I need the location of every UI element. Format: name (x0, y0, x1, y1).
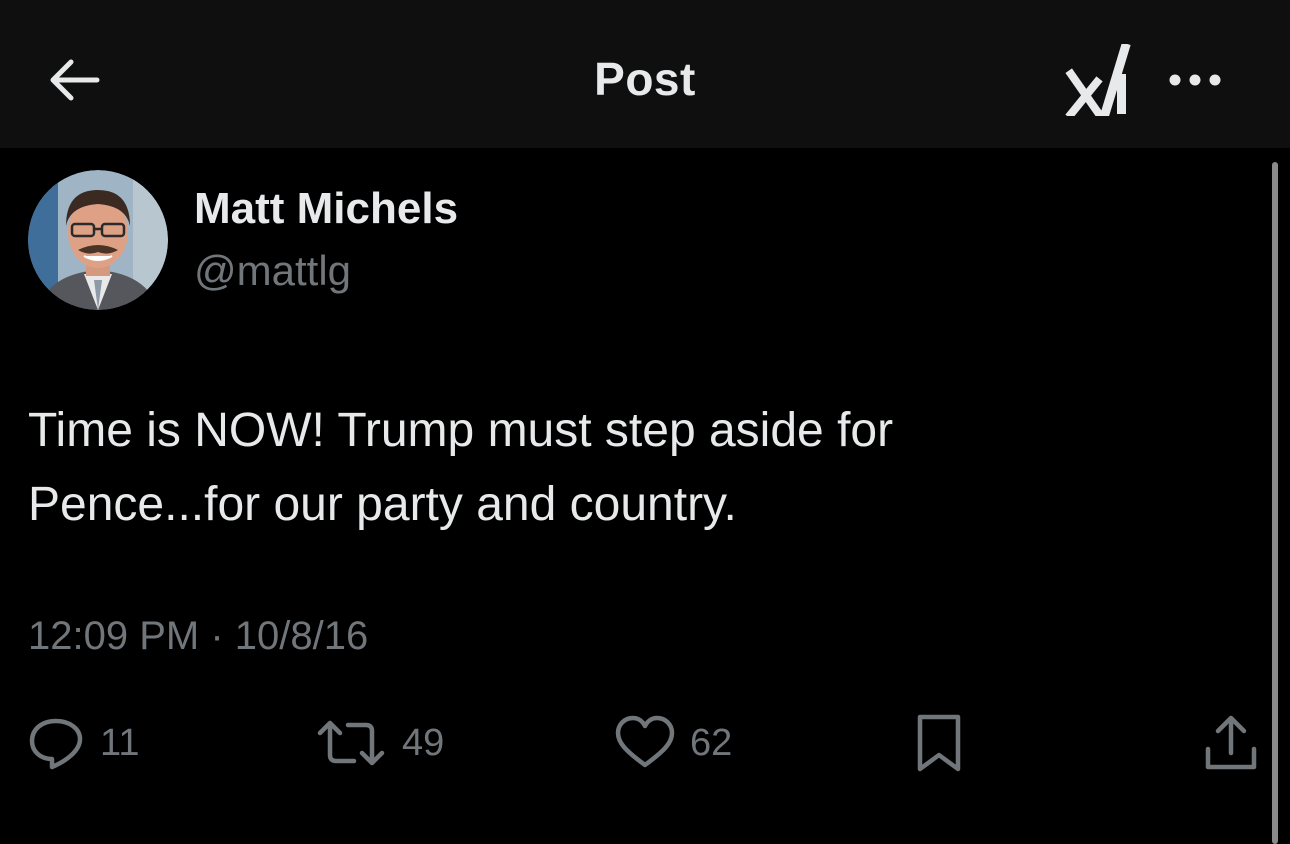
top-bar: Post (0, 0, 1290, 148)
author-name[interactable]: Matt Michels (194, 184, 458, 234)
heart-icon (615, 715, 675, 768)
bookmark-button[interactable] (908, 708, 970, 778)
avatar[interactable] (28, 170, 168, 310)
share-button[interactable] (1200, 708, 1262, 778)
grok-button[interactable] (1062, 42, 1134, 118)
post-text: Time is NOW! Trump must step aside for P… (28, 404, 894, 531)
back-button[interactable] (40, 50, 106, 110)
author-handle[interactable]: @mattlg (194, 247, 351, 295)
repost-count: 49 (402, 721, 445, 764)
more-options-button[interactable] (1160, 56, 1230, 104)
bookmark-icon (917, 714, 961, 772)
reply-button[interactable]: 11 (26, 708, 139, 778)
profile-photo (28, 170, 168, 310)
scrollbar[interactable] (1270, 162, 1280, 844)
arrow-left-icon (50, 59, 100, 101)
scrollbar-thumb[interactable] (1272, 162, 1278, 844)
reply-icon (29, 718, 83, 770)
post-timestamp[interactable]: 12:09 PM · 10/8/16 (28, 614, 368, 659)
share-icon (1205, 715, 1257, 770)
repost-button[interactable]: 49 (314, 708, 444, 778)
repost-icon (317, 720, 385, 766)
more-horizontal-icon (1169, 74, 1221, 86)
grok-icon (1065, 44, 1131, 116)
like-button[interactable]: 62 (614, 708, 732, 778)
post-page: Post Matt Michels @mattlg Time is NOW! T… (0, 0, 1290, 844)
like-count: 62 (690, 721, 733, 764)
reply-count: 11 (100, 721, 140, 764)
